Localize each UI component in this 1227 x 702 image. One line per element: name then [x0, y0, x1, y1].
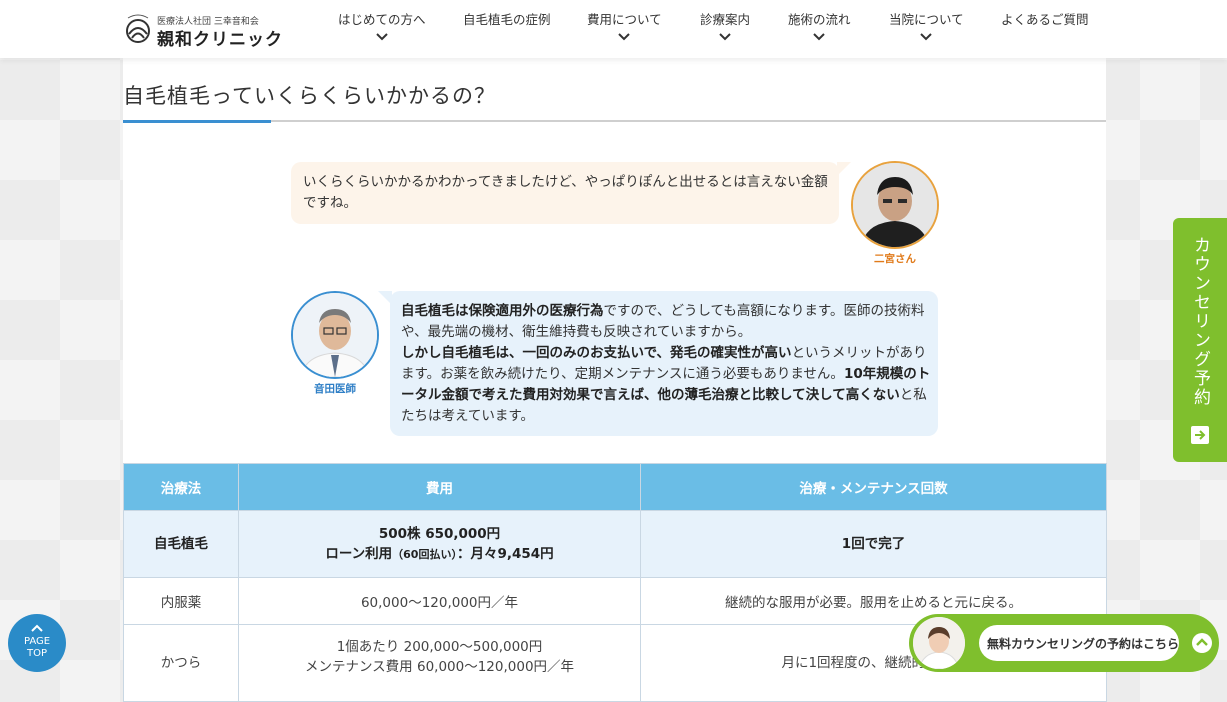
free-counseling-banner[interactable]: 無料カウンセリングの予約はこちら — [909, 614, 1219, 672]
doctor-speech-bubble: 自毛植毛は保険適用外の医療行為ですので、どうしても高額になります。医師の技術料や… — [378, 291, 938, 436]
table-cell-cost: 60,000〜120,000円／年 — [238, 577, 641, 625]
nav-item-first-visit[interactable]: はじめての方へ — [338, 9, 426, 42]
cost-line: メンテナンス費用 60,000〜120,000円／年 — [304, 659, 575, 675]
staff-photo — [913, 617, 965, 669]
chevron-down-icon — [376, 33, 388, 41]
main-content: 自毛植毛っていくらくらいかかるの？ いくらくらいかかるかわかってきましたけど、や… — [123, 58, 1107, 702]
nav-label: 施術の流れ — [788, 12, 851, 27]
nav-label: はじめての方へ — [338, 12, 426, 27]
chevron-down-icon — [618, 33, 631, 41]
page-top-line2: TOP — [26, 648, 47, 659]
doctor-avatar — [291, 291, 379, 379]
nav-label: よくあるご質問 — [1001, 12, 1089, 27]
nav-item-cost[interactable]: 費用について — [587, 9, 662, 42]
staff-photo-icon — [913, 617, 965, 669]
free-counseling-label: 無料カウンセリングの予約はこちら — [987, 637, 1180, 651]
loan-monthly: ：月々9,454円 — [456, 545, 554, 562]
arrow-right-icon — [1191, 426, 1209, 444]
chevron-down-icon — [813, 33, 825, 41]
loan-installments: （60回払い） — [392, 547, 457, 561]
doctor-name: 音田医師 — [314, 383, 356, 395]
page-title: 自毛植毛っていくらくらいかかるの？ — [123, 84, 496, 108]
nav-label: 当院について — [889, 12, 964, 27]
counseling-reservation-tab[interactable]: カウンセリング予約 — [1173, 218, 1227, 462]
nav-label: 診療案内 — [700, 12, 751, 27]
free-counseling-pill: 無料カウンセリングの予約はこちら — [979, 625, 1179, 661]
table-cell-count: 1回で完了 — [640, 510, 1107, 578]
table-cell-method: 内服薬 — [123, 577, 239, 625]
nav-item-faq[interactable]: よくあるご質問 — [1001, 9, 1089, 28]
nav-item-consultation[interactable]: 診療案内 — [700, 9, 750, 42]
counseling-reservation-label: カウンセリング予約 — [1190, 236, 1210, 407]
bubble-tail — [837, 162, 851, 176]
table-cell-method: 自毛植毛 — [123, 510, 239, 578]
table-cell-method: かつら — [123, 624, 239, 702]
page-top-button[interactable]: PAGE TOP — [8, 614, 66, 672]
nav-label: 自毛植毛の症例 — [463, 12, 551, 27]
doctor-emphasis-2: しかし自毛植毛は、一回のみのお支払いで、発毛の確実性が高い — [401, 345, 792, 361]
nav-item-cases[interactable]: 自毛植毛の症例 — [463, 9, 551, 28]
column-header-method: 治療法 — [123, 463, 239, 511]
nav-item-about[interactable]: 当院について — [889, 9, 964, 42]
doctor-photo-icon — [293, 293, 377, 377]
cost-line: 1個あたり 200,000〜500,000円 — [336, 639, 543, 655]
patient-speech-bubble: いくらくらいかかるかわかってきましたけど、やっぱりぽんと出せるとは言えない金額で… — [291, 162, 851, 224]
table-header-row: 治療法 費用 治療・メンテナンス回数 — [123, 463, 1107, 511]
column-header-cost: 費用 — [238, 463, 641, 511]
nav-item-flow[interactable]: 施術の流れ — [788, 9, 851, 42]
bubble-tail — [378, 291, 392, 305]
logo-mark-icon — [126, 14, 150, 43]
page-top-label: PAGE TOP — [8, 636, 66, 660]
doctor-emphasis-1: 自毛植毛は保険適用外の医療行為 — [401, 303, 604, 319]
chevron-down-icon — [920, 33, 933, 41]
patient-message: いくらくらいかかるかわかってきましたけど、やっぱりぽんと出せるとは言えない金額で… — [303, 174, 828, 211]
logo-name: 親和クリニック — [157, 30, 283, 50]
title-accent-bar — [123, 120, 271, 123]
chevron-up-icon — [31, 624, 43, 632]
loan-label: ローン利用 — [325, 545, 393, 562]
table-cell-cost: 1個あたり 200,000〜500,000円 メンテナンス費用 60,000〜1… — [238, 624, 641, 702]
site-header: 医療法人社団 三幸音和会 親和クリニック はじめての方へ 自毛植毛の症例 費用に… — [0, 0, 1227, 58]
patient-photo-icon — [853, 163, 937, 247]
chevron-down-icon — [719, 33, 731, 41]
patient-avatar — [851, 161, 939, 249]
patient-name: 二宮さん — [874, 253, 916, 265]
table-cell-cost: 500株 650,000円 ローン利用（60回払い）：月々9,454円 — [238, 510, 641, 578]
column-header-count: 治療・メンテナンス回数 — [640, 463, 1107, 511]
nav-label: 費用について — [587, 12, 662, 27]
page-top-line1: PAGE — [23, 636, 51, 647]
chevron-up-circle-icon[interactable] — [1192, 633, 1212, 653]
cost-line: 500株 650,000円 — [378, 525, 501, 542]
doctor-message: 自毛植毛は保険適用外の医療行為ですので、どうしても高額になります。医師の技術料や… — [401, 301, 931, 427]
clinic-logo[interactable]: 医療法人社団 三幸音和会 親和クリニック — [123, 12, 283, 50]
table-row: 自毛植毛 500株 650,000円 ローン利用（60回払い）：月々9,454円… — [123, 510, 1107, 578]
